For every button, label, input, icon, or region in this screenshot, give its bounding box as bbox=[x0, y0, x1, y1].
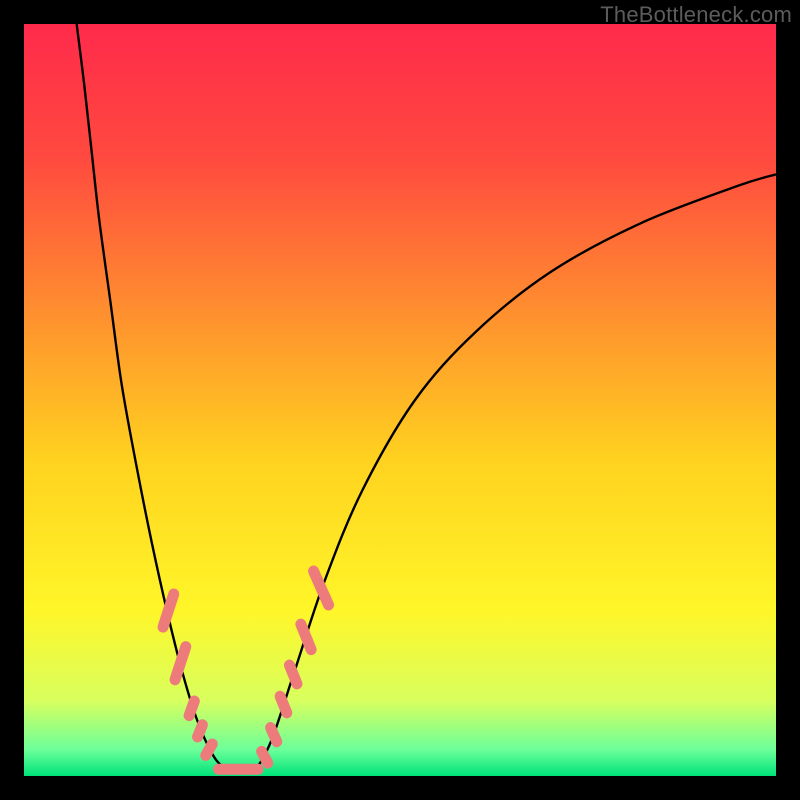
plot-area bbox=[24, 24, 776, 776]
watermark-text: TheBottleneck.com bbox=[600, 2, 792, 28]
curve-marker bbox=[213, 764, 264, 775]
outer-frame: TheBottleneck.com bbox=[0, 0, 800, 800]
gradient-background bbox=[24, 24, 776, 776]
chart-svg bbox=[24, 24, 776, 776]
